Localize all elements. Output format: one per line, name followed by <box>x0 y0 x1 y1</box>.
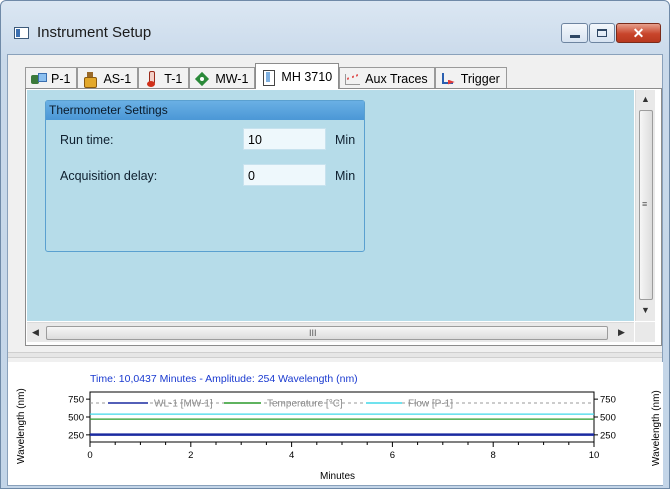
app-icon <box>14 27 29 39</box>
tab-t1[interactable]: T-1 <box>138 67 190 89</box>
tab-label: AS-1 <box>103 71 132 86</box>
x-tick-label: 0 <box>87 450 92 461</box>
run-time-input[interactable] <box>243 128 326 150</box>
close-icon: ✕ <box>632 25 645 41</box>
scroll-right-icon[interactable]: ▶ <box>618 327 625 338</box>
x-tick-label: 8 <box>491 450 496 461</box>
close-button[interactable]: ✕ <box>616 23 661 43</box>
scroll-up-icon[interactable]: ▲ <box>641 94 650 104</box>
run-time-unit: Min <box>335 133 356 147</box>
x-tick-label: 2 <box>188 450 193 461</box>
tab-as1[interactable]: AS-1 <box>77 67 139 89</box>
tab-strip: P-1 AS-1 T-1 MW-1 MH 3710 Aux Traces Tri… <box>25 62 507 89</box>
horizontal-scroll-thumb[interactable]: III <box>46 326 608 340</box>
vertical-scrollbar[interactable]: ▲ ≡ ▼ <box>635 90 655 321</box>
scroll-left-icon[interactable]: ◀ <box>32 327 39 338</box>
y-tick-label-left: 250 <box>68 430 84 441</box>
vertical-scroll-thumb[interactable]: ≡ <box>639 110 653 300</box>
run-time-label: Run time: <box>60 133 114 147</box>
grip-icon: III <box>309 328 317 338</box>
horizontal-scrollbar[interactable]: ◀ III ▶ <box>27 322 634 342</box>
x-axis-label: Minutes <box>320 471 355 482</box>
splitter[interactable] <box>8 352 662 358</box>
trigger-icon <box>440 71 456 87</box>
tab-label: MH 3710 <box>281 69 333 84</box>
legend-entry: WL-1 [MW-1] <box>154 399 213 410</box>
acquisition-delay-unit: Min <box>335 169 356 183</box>
thermometer-settings-group: Thermometer Settings Run time: Min Acqui… <box>45 100 365 252</box>
aux-traces-icon <box>344 71 361 87</box>
wavelength-icon <box>194 71 210 87</box>
x-tick-label: 6 <box>390 450 395 461</box>
y-tick-label-left: 750 <box>68 395 84 406</box>
plot-area: 750 750500 500250 2500 2 4 6 8 10WL-1 [MW-1] Temp… <box>68 391 616 461</box>
minimize-icon <box>569 34 580 38</box>
tab-label: MW-1 <box>215 71 249 86</box>
tab-label: T-1 <box>164 71 183 86</box>
chart-status: Time: 10,0437 Minutes - Amplitude: 254 W… <box>90 373 358 385</box>
y-tick-label-right: 750 <box>600 395 616 406</box>
acquisition-delay-input[interactable] <box>243 164 326 186</box>
legend-entry: Flow [P-1] <box>408 399 453 410</box>
tab-label: P-1 <box>51 71 71 86</box>
x-tick-label: 4 <box>289 450 294 461</box>
maximize-button[interactable] <box>589 23 615 43</box>
tab-label: Aux Traces <box>365 71 428 86</box>
minimize-button[interactable] <box>561 23 588 43</box>
autosampler-icon <box>82 71 98 88</box>
y-tick-label-right: 250 <box>600 430 616 441</box>
group-title: Thermometer Settings <box>46 101 364 120</box>
pump-icon <box>30 71 47 87</box>
scroll-down-icon[interactable]: ▼ <box>641 305 650 315</box>
tab-p1[interactable]: P-1 <box>25 67 78 89</box>
tab-content: Thermometer Settings Run time: Min Acqui… <box>25 88 662 346</box>
tab-aux-traces[interactable]: Aux Traces <box>339 67 435 89</box>
y-axis-label-left: Wavelength (nm) <box>16 388 27 464</box>
thermometer-icon <box>143 70 159 87</box>
tab-trigger[interactable]: Trigger <box>434 67 507 89</box>
title-bar[interactable]: Instrument Setup ✕ <box>1 1 669 43</box>
window-title: Instrument Setup <box>37 24 152 41</box>
trace-chart-svg: Time: 10,0437 Minutes - Amplitude: 254 W… <box>16 373 662 482</box>
tab-mw1[interactable]: MW-1 <box>189 67 256 89</box>
y-tick-label-left: 500 <box>68 413 84 424</box>
trace-chart: Time: 10,0437 Minutes - Amplitude: 254 W… <box>8 362 663 485</box>
tab-mh3710[interactable]: MH 3710 <box>255 63 340 89</box>
module-icon <box>260 69 276 86</box>
legend-entry: Temperature [°C] <box>267 399 343 410</box>
tab-label: Trigger <box>460 71 500 86</box>
acquisition-delay-label: Acquisition delay: <box>60 169 158 183</box>
y-axis-label-right: Wavelength (nm) <box>651 390 662 466</box>
maximize-icon <box>597 29 607 37</box>
x-tick-label: 10 <box>589 450 600 461</box>
settings-panel: Thermometer Settings Run time: Min Acqui… <box>27 90 634 321</box>
y-tick-label-right: 500 <box>600 413 616 424</box>
scrollbar-corner <box>635 322 655 342</box>
grip-icon: ≡ <box>642 199 648 209</box>
